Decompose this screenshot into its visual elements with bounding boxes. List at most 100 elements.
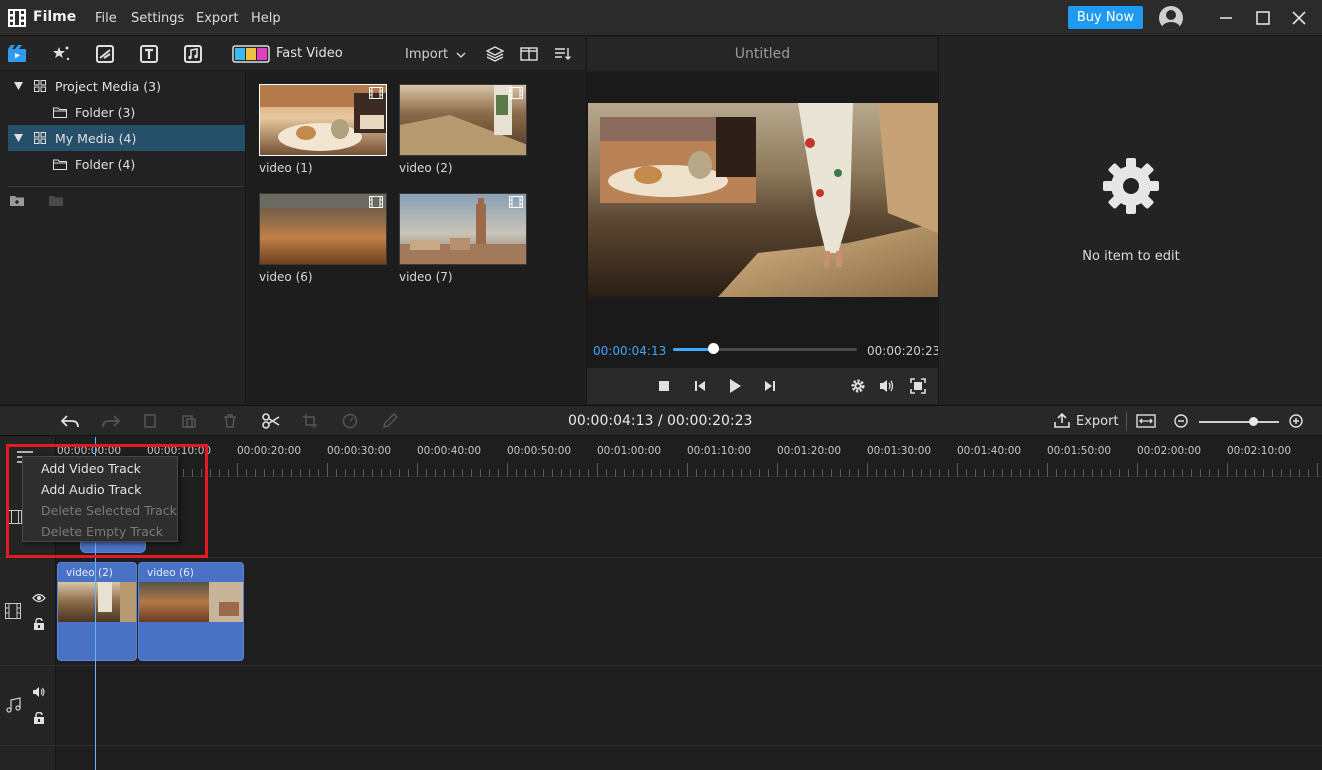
ruler-tick (255, 469, 256, 477)
add-folder-icon[interactable] (9, 194, 25, 207)
seek-handle[interactable] (708, 343, 720, 354)
maximize-icon[interactable] (1253, 8, 1273, 28)
video-preview[interactable] (588, 103, 938, 297)
ruler-tick (345, 469, 346, 477)
ruler-tick (615, 469, 616, 477)
volume-icon[interactable] (32, 686, 46, 698)
chevron-down-icon[interactable] (456, 51, 466, 59)
annotation-highlight-box (6, 444, 208, 558)
stop-icon[interactable] (657, 379, 671, 393)
ruler-tick (462, 469, 463, 477)
tree-item-my-media[interactable]: My Media (4) (8, 125, 245, 151)
delete-icon[interactable] (222, 413, 238, 429)
timeline-clip[interactable]: video (6) (138, 562, 244, 661)
ruler-tick (687, 463, 688, 477)
media-thumbnail[interactable] (399, 84, 527, 156)
settings-gear-icon[interactable] (850, 378, 866, 394)
app-name: Filme (33, 9, 77, 25)
menu-settings[interactable]: Settings (131, 11, 184, 26)
speed-icon[interactable] (342, 413, 358, 429)
ruler-tick (1056, 469, 1057, 477)
ruler-tick (606, 469, 607, 477)
play-icon[interactable] (727, 378, 743, 394)
media-icon[interactable] (7, 45, 27, 63)
redo-icon[interactable] (102, 413, 120, 429)
transition-icon[interactable] (95, 45, 115, 63)
edit-pencil-icon[interactable] (382, 413, 398, 429)
expand-arrow-icon[interactable] (14, 82, 23, 90)
menu-help[interactable]: Help (251, 11, 281, 26)
previous-frame-icon[interactable] (693, 379, 707, 393)
volume-icon[interactable] (879, 378, 895, 394)
ruler-label: 00:01:10:00 (687, 445, 752, 457)
visibility-eye-icon[interactable] (32, 593, 46, 603)
ruler-tick (984, 469, 985, 477)
export-icon[interactable] (1054, 413, 1070, 429)
ruler-label: 00:00:50:00 (507, 445, 572, 457)
user-avatar-icon[interactable] (1159, 6, 1183, 30)
ruler-label: 00:02:00:00 (1137, 445, 1202, 457)
ruler-tick (876, 469, 877, 477)
preview-header: Untitled (586, 37, 937, 71)
unlock-icon[interactable] (33, 618, 45, 630)
menu-export[interactable]: Export (196, 11, 239, 26)
ruler-label: 00:02:10:00 (1227, 445, 1292, 457)
crop-icon[interactable] (302, 413, 318, 429)
fast-video-icon[interactable] (232, 45, 270, 63)
zoom-in-icon[interactable] (1289, 414, 1303, 428)
buy-now-button[interactable]: Buy Now (1068, 6, 1143, 29)
split-scissors-icon[interactable] (262, 412, 280, 430)
grid-view-icon[interactable] (520, 46, 538, 62)
sort-icon[interactable] (554, 46, 572, 62)
ruler-tick (381, 469, 382, 477)
ruler-tick (426, 469, 427, 477)
media-thumbnail[interactable] (399, 193, 527, 265)
zoom-slider[interactable] (1199, 421, 1279, 423)
timeline-clip[interactable]: video (2) (57, 562, 137, 661)
zoom-slider-handle[interactable] (1249, 417, 1259, 426)
ruler-tick (1254, 469, 1255, 477)
music-icon[interactable] (183, 45, 203, 63)
ruler-label: 00:01:40:00 (957, 445, 1022, 457)
menu-file[interactable]: File (95, 11, 117, 26)
ruler-tick (642, 469, 643, 477)
close-icon[interactable] (1289, 8, 1309, 28)
expand-arrow-icon[interactable] (14, 134, 23, 142)
fullscreen-icon[interactable] (910, 378, 926, 394)
copy-icon[interactable] (142, 413, 158, 429)
fast-video-label[interactable]: Fast Video (276, 46, 343, 61)
ruler-tick (1173, 469, 1174, 477)
divider (8, 186, 244, 187)
ruler-tick (453, 469, 454, 477)
ruler-tick (318, 469, 319, 477)
tree-item-project-media[interactable]: Project Media (3) (8, 73, 245, 99)
tree-item-folder-4[interactable]: Folder (4) (8, 151, 245, 177)
paste-icon[interactable] (181, 413, 197, 429)
minimize-icon[interactable] (1216, 8, 1236, 28)
delete-folder-icon[interactable] (48, 194, 64, 207)
zoom-out-icon[interactable] (1174, 414, 1188, 428)
ruler-tick (1146, 469, 1147, 477)
ruler-tick (930, 469, 931, 477)
unlock-icon[interactable] (33, 712, 45, 724)
ruler-tick (1038, 469, 1039, 477)
layers-icon[interactable] (486, 46, 504, 62)
ruler-tick (777, 463, 778, 477)
filme-logo-icon (8, 9, 26, 27)
ruler-tick (282, 469, 283, 477)
media-thumbnail[interactable] (259, 193, 387, 265)
tree-item-folder-3[interactable]: Folder (3) (8, 99, 245, 125)
next-frame-icon[interactable] (763, 379, 777, 393)
time-ruler[interactable]: 00:00:00:00 00:00:10:00 00:00:20:00 00:00:3… (57, 437, 1322, 477)
media-thumbnail[interactable] (259, 84, 387, 156)
ruler-tick (768, 469, 769, 477)
ruler-tick (1020, 469, 1021, 477)
ruler-tick (1029, 469, 1030, 477)
effects-icon[interactable] (51, 45, 71, 63)
fit-timeline-icon[interactable] (1136, 414, 1156, 428)
export-button[interactable]: Export (1076, 414, 1119, 429)
text-icon[interactable] (139, 45, 159, 63)
ruler-tick (291, 469, 292, 477)
undo-icon[interactable] (61, 413, 79, 429)
import-dropdown[interactable]: Import (405, 47, 448, 62)
